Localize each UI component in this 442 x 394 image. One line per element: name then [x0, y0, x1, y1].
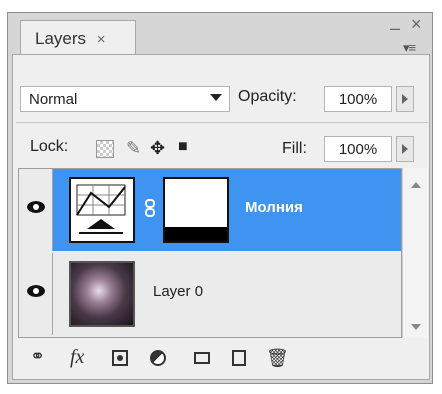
lock-position-icon[interactable]: ✥	[150, 138, 165, 159]
fx-icon[interactable]: fx	[70, 346, 84, 369]
eye-icon	[27, 201, 45, 213]
tab-label: Layers	[35, 29, 87, 48]
new-layer-icon[interactable]	[232, 350, 246, 366]
layer-name[interactable]: Молния	[245, 199, 303, 216]
layers-list: Молния Layer 0	[18, 168, 402, 338]
scroll-down-icon[interactable]	[411, 324, 421, 330]
fill-label: Fill:	[282, 140, 307, 157]
adjustment-layer-icon[interactable]	[150, 350, 166, 366]
layer-thumbnail[interactable]	[69, 261, 135, 327]
fill-stepper[interactable]	[396, 136, 414, 162]
divider	[16, 122, 428, 123]
minimize-icon[interactable]: –	[390, 18, 400, 39]
layer-name[interactable]: Layer 0	[153, 283, 203, 300]
close-icon[interactable]: ×	[411, 14, 422, 35]
blend-mode-value: Normal	[29, 91, 78, 108]
new-group-icon[interactable]	[194, 352, 210, 364]
lock-all-icon[interactable]: ■	[178, 138, 188, 156]
lock-transparent-icon[interactable]	[96, 140, 114, 158]
curves-icon	[76, 184, 126, 234]
layer-row[interactable]: Layer 0	[19, 253, 401, 335]
chain-link-icon[interactable]	[145, 199, 155, 217]
layer-mask-thumbnail[interactable]	[163, 177, 229, 243]
layers-scrollbar[interactable]	[402, 168, 428, 338]
visibility-toggle[interactable]	[19, 169, 53, 251]
tab-close-icon[interactable]: ×	[97, 31, 106, 48]
opacity-field[interactable]: 100%	[324, 86, 392, 112]
fill-field[interactable]: 100%	[324, 136, 392, 162]
add-mask-icon[interactable]	[112, 350, 128, 366]
trash-icon[interactable]: 🗑	[266, 348, 289, 369]
scroll-up-icon[interactable]	[411, 182, 421, 188]
lock-pixels-icon[interactable]: ✎	[126, 138, 141, 159]
eye-icon	[27, 285, 45, 297]
visibility-toggle[interactable]	[19, 253, 53, 335]
link-layers-icon[interactable]: ⚭	[30, 346, 45, 367]
lock-label: Lock:	[30, 138, 69, 155]
opacity-label: Opacity:	[238, 88, 297, 105]
layer-row[interactable]: Молния	[19, 169, 401, 251]
blend-mode-arrow-icon	[210, 94, 222, 101]
adjustment-thumbnail[interactable]	[69, 177, 135, 243]
tab-layers[interactable]: Layers ×	[20, 20, 136, 54]
blend-mode-select[interactable]: Normal	[20, 86, 230, 112]
opacity-stepper[interactable]	[396, 86, 414, 112]
